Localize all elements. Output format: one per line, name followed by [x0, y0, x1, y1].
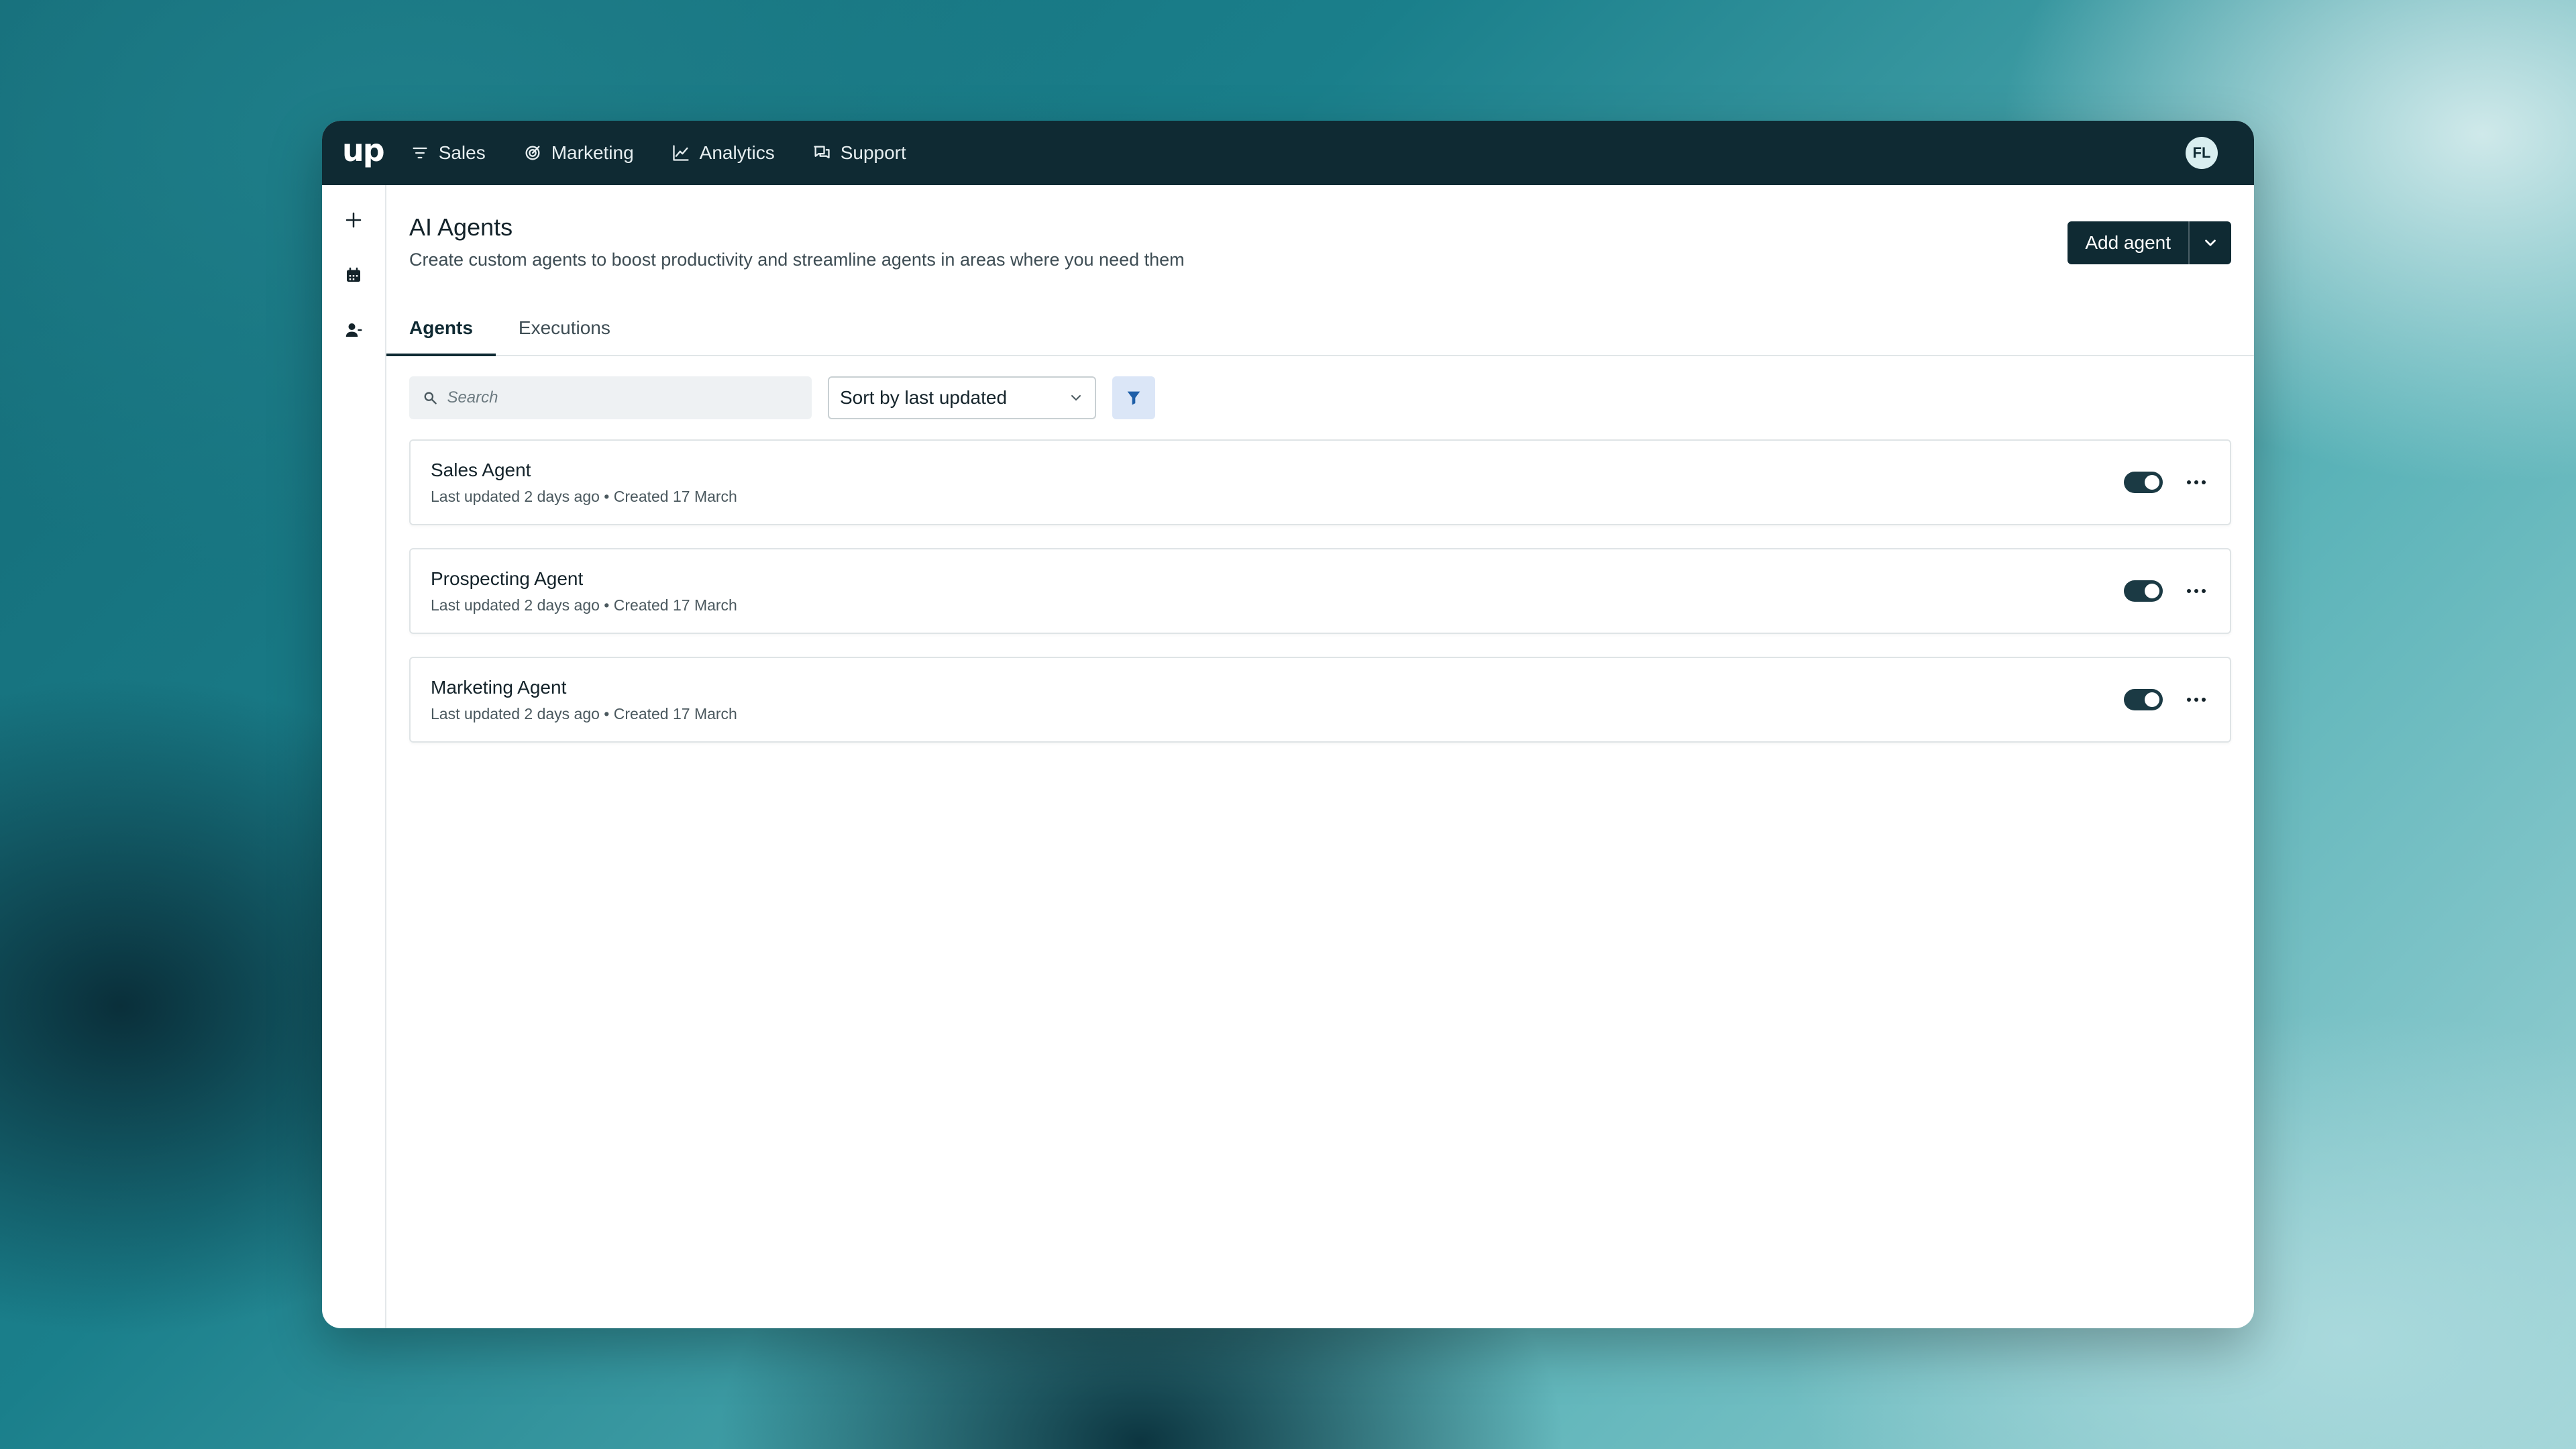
rail-calendar-button[interactable]: [337, 259, 370, 291]
more-options-button[interactable]: [2183, 469, 2210, 496]
agent-card[interactable]: Marketing Agent Last updated 2 days ago …: [409, 657, 2231, 743]
target-icon: [525, 146, 540, 160]
user-avatar[interactable]: FL: [2186, 137, 2218, 169]
left-rail: [322, 185, 386, 1328]
calendar-icon: [347, 267, 360, 282]
page-heading: AI Agents Create custom agents to boost …: [409, 213, 1185, 270]
nav-item-label: Support: [840, 142, 906, 163]
sort-select[interactable]: Sort by last updated: [828, 376, 1096, 419]
page-header: AI Agents Create custom agents to boost …: [386, 185, 2254, 270]
app-window: up Sales Marketing Analytics Support FL: [322, 121, 2254, 1328]
search-box: [409, 376, 812, 419]
agent-actions: [2124, 686, 2210, 713]
agent-info: Prospecting Agent Last updated 2 days ag…: [431, 568, 737, 614]
more-options-button[interactable]: [2183, 578, 2210, 604]
nav-item-analytics[interactable]: Analytics: [672, 142, 775, 164]
agent-meta: Last updated 2 days ago • Created 17 Mar…: [431, 487, 737, 505]
add-agent-split-button: Add agent: [2068, 221, 2231, 264]
agent-name: Marketing Agent: [431, 676, 567, 698]
agent-card[interactable]: Prospecting Agent Last updated 2 days ag…: [409, 548, 2231, 634]
more-horizontal-icon: [2187, 480, 2206, 484]
agent-list: Sales Agent Last updated 2 days ago • Cr…: [386, 419, 2254, 743]
add-agent-dropdown-button[interactable]: [2188, 221, 2231, 264]
tab-executions[interactable]: Executions: [496, 308, 633, 355]
page-title: AI Agents: [409, 213, 513, 241]
page-subtitle: Create custom agents to boost productivi…: [409, 250, 1185, 270]
search-input[interactable]: [447, 388, 798, 407]
list-toolbar: Sort by last updated: [386, 356, 2254, 419]
agent-name: Sales Agent: [431, 459, 531, 480]
plus-icon: [345, 212, 362, 228]
filter-lines-icon: [413, 147, 427, 159]
chevron-down-icon: [1071, 395, 1081, 400]
user-icon: [345, 323, 362, 337]
app-body: AI Agents Create custom agents to boost …: [322, 185, 2254, 1328]
chat-bubbles-icon: [814, 146, 830, 159]
nav-item-marketing[interactable]: Marketing: [523, 142, 634, 164]
agent-enabled-toggle[interactable]: [2124, 689, 2163, 710]
filter-button[interactable]: [1112, 376, 1155, 419]
app-logo[interactable]: up: [342, 135, 385, 171]
line-chart-icon: [673, 145, 689, 161]
main-content: AI Agents Create custom agents to boost …: [386, 185, 2254, 1328]
nav-item-label: Marketing: [551, 142, 634, 163]
nav-item-label: Sales: [438, 142, 486, 163]
more-horizontal-icon: [2187, 698, 2206, 702]
agent-card[interactable]: Sales Agent Last updated 2 days ago • Cr…: [409, 439, 2231, 525]
agent-meta: Last updated 2 days ago • Created 17 Mar…: [431, 704, 737, 722]
tab-agents[interactable]: Agents: [386, 308, 496, 356]
funnel-icon: [1127, 391, 1140, 405]
more-options-button[interactable]: [2183, 686, 2210, 713]
agent-info: Marketing Agent Last updated 2 days ago …: [431, 677, 737, 723]
top-nav: up Sales Marketing Analytics Support FL: [322, 121, 2254, 185]
nav-item-sales[interactable]: Sales: [411, 142, 486, 164]
agent-info: Sales Agent Last updated 2 days ago • Cr…: [431, 460, 737, 506]
agent-actions: [2124, 469, 2210, 496]
search-icon: [424, 392, 437, 405]
agent-actions: [2124, 578, 2210, 604]
agent-enabled-toggle[interactable]: [2124, 580, 2163, 602]
nav-item-support[interactable]: Support: [812, 142, 906, 164]
agent-enabled-toggle[interactable]: [2124, 472, 2163, 493]
sort-select-value: Sort by last updated: [840, 387, 1008, 408]
nav-item-label: Analytics: [699, 142, 775, 163]
more-horizontal-icon: [2187, 589, 2206, 593]
add-agent-button[interactable]: Add agent: [2068, 221, 2188, 264]
chevron-down-icon: [2205, 239, 2216, 246]
rail-add-button[interactable]: [337, 204, 370, 236]
rail-user-button[interactable]: [337, 314, 370, 346]
tab-bar: Agents Executions: [386, 308, 2254, 356]
agent-name: Prospecting Agent: [431, 568, 584, 589]
agent-meta: Last updated 2 days ago • Created 17 Mar…: [431, 596, 737, 614]
